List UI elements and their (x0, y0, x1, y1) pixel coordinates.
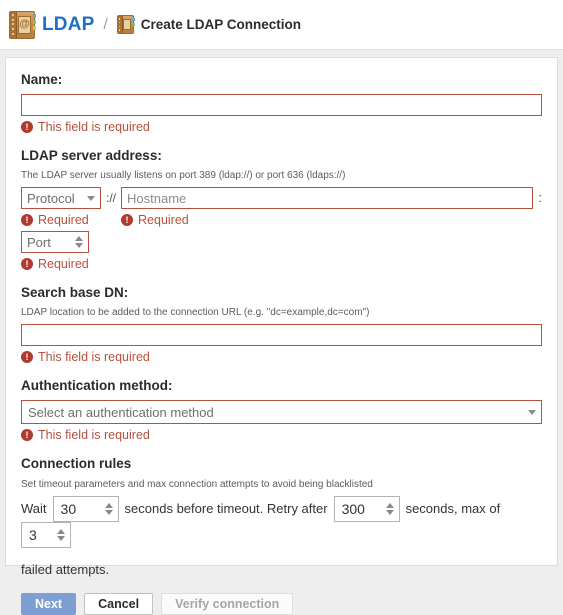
breadcrumb: @ LDAP / Create LDAP Connection (9, 10, 301, 39)
field-group-server-address: LDAP server address: The LDAP server usu… (21, 148, 542, 271)
server-address-row: Protocol ! Required :// ! Required : (21, 187, 542, 227)
create-ldap-connection-form: Name: ! This field is required LDAP serv… (5, 57, 558, 615)
port-value: Port (27, 234, 51, 250)
search-base-dn-input[interactable] (21, 324, 542, 346)
before-timeout-text: seconds before timeout. Retry after (124, 501, 328, 516)
seconds-max-of-text: seconds, max of (405, 501, 501, 516)
breadcrumb-current-page: Create LDAP Connection (140, 17, 301, 32)
error-icon: ! (21, 429, 33, 441)
protocol-error: ! Required (21, 213, 101, 227)
cancel-button[interactable]: Cancel (84, 593, 154, 615)
search-base-dn-label: Search base DN: (21, 285, 129, 300)
server-address-help: The LDAP server usually listens on port … (21, 170, 346, 181)
protocol-separator: :// (106, 191, 117, 205)
spinner-arrows-icon[interactable] (385, 503, 394, 515)
auth-method-error: ! This field is required (21, 428, 542, 442)
breadcrumb-link-ldap[interactable]: LDAP (42, 14, 95, 36)
name-error-text: This field is required (38, 120, 150, 134)
form-actions: Next Cancel Verify connection (21, 593, 542, 615)
protocol-column: Protocol ! Required (21, 187, 101, 227)
error-icon: ! (121, 214, 134, 226)
failed-attempts-text: failed attempts. (21, 562, 110, 577)
server-address-label: LDAP server address: (21, 148, 162, 163)
wait-seconds-input[interactable]: 30 (52, 496, 119, 522)
host-port-colon: : (538, 190, 542, 205)
error-icon: ! (21, 351, 33, 363)
hostname-input[interactable] (121, 187, 534, 209)
field-group-search-base-dn: Search base DN: LDAP location to be adde… (21, 285, 542, 364)
protocol-select[interactable]: Protocol (21, 187, 101, 209)
breadcrumb-separator: / (103, 16, 108, 33)
search-base-dn-error: ! This field is required (21, 350, 542, 364)
max-attempts-value: 3 (29, 527, 37, 543)
field-group-auth-method: Authentication method: Select an authent… (21, 378, 542, 442)
port-column: Port ! Required (21, 231, 542, 271)
port-error-text: Required (38, 257, 89, 271)
auth-method-value: Select an authentication method (28, 404, 214, 420)
max-attempts-input[interactable]: 3 (21, 522, 71, 548)
hostname-column: ! Required (121, 187, 534, 227)
retry-seconds-input[interactable]: 300 (333, 496, 400, 522)
wait-seconds-value: 30 (60, 501, 77, 517)
error-icon: ! (21, 214, 33, 226)
auth-method-select[interactable]: Select an authentication method (21, 400, 542, 424)
name-error: ! This field is required (21, 120, 542, 134)
name-label: Name: (21, 72, 63, 87)
hostname-error-text: Required (138, 213, 189, 227)
search-base-dn-help: LDAP location to be added to the connect… (21, 307, 370, 318)
retry-seconds-value: 300 (341, 501, 365, 517)
name-input[interactable] (21, 94, 542, 116)
address-book-icon: @ (9, 10, 36, 39)
spinner-arrows-icon[interactable] (104, 503, 113, 515)
verify-connection-button[interactable]: Verify connection (161, 593, 294, 615)
field-group-connection-rules: Connection rules Set timeout parameters … (21, 456, 542, 577)
connection-rules-row: Wait 30 seconds before timeout. Retry af… (21, 496, 542, 548)
search-base-dn-error-text: This field is required (38, 350, 150, 364)
address-book-icon-small (116, 15, 135, 34)
auth-method-label: Authentication method: (21, 378, 173, 393)
auth-method-error-text: This field is required (38, 428, 150, 442)
spinner-arrows-icon[interactable] (57, 529, 65, 541)
breadcrumb-bar: @ LDAP / Create LDAP Connection (0, 0, 563, 50)
port-input[interactable]: Port (21, 231, 89, 253)
field-group-name: Name: ! This field is required (21, 72, 542, 134)
protocol-error-text: Required (38, 213, 89, 227)
chevron-down-icon (87, 196, 95, 201)
error-icon: ! (21, 121, 33, 133)
chevron-down-icon (528, 410, 536, 415)
spinner-arrows-icon[interactable] (75, 236, 83, 248)
hostname-error: ! Required (121, 213, 533, 227)
port-error: ! Required (21, 257, 542, 271)
connection-rules-help: Set timeout parameters and max connectio… (21, 479, 373, 490)
next-button[interactable]: Next (21, 593, 77, 615)
connection-rules-label: Connection rules (21, 456, 132, 471)
protocol-select-value: Protocol (27, 190, 75, 206)
wait-text: Wait (21, 501, 47, 516)
error-icon: ! (21, 258, 33, 270)
